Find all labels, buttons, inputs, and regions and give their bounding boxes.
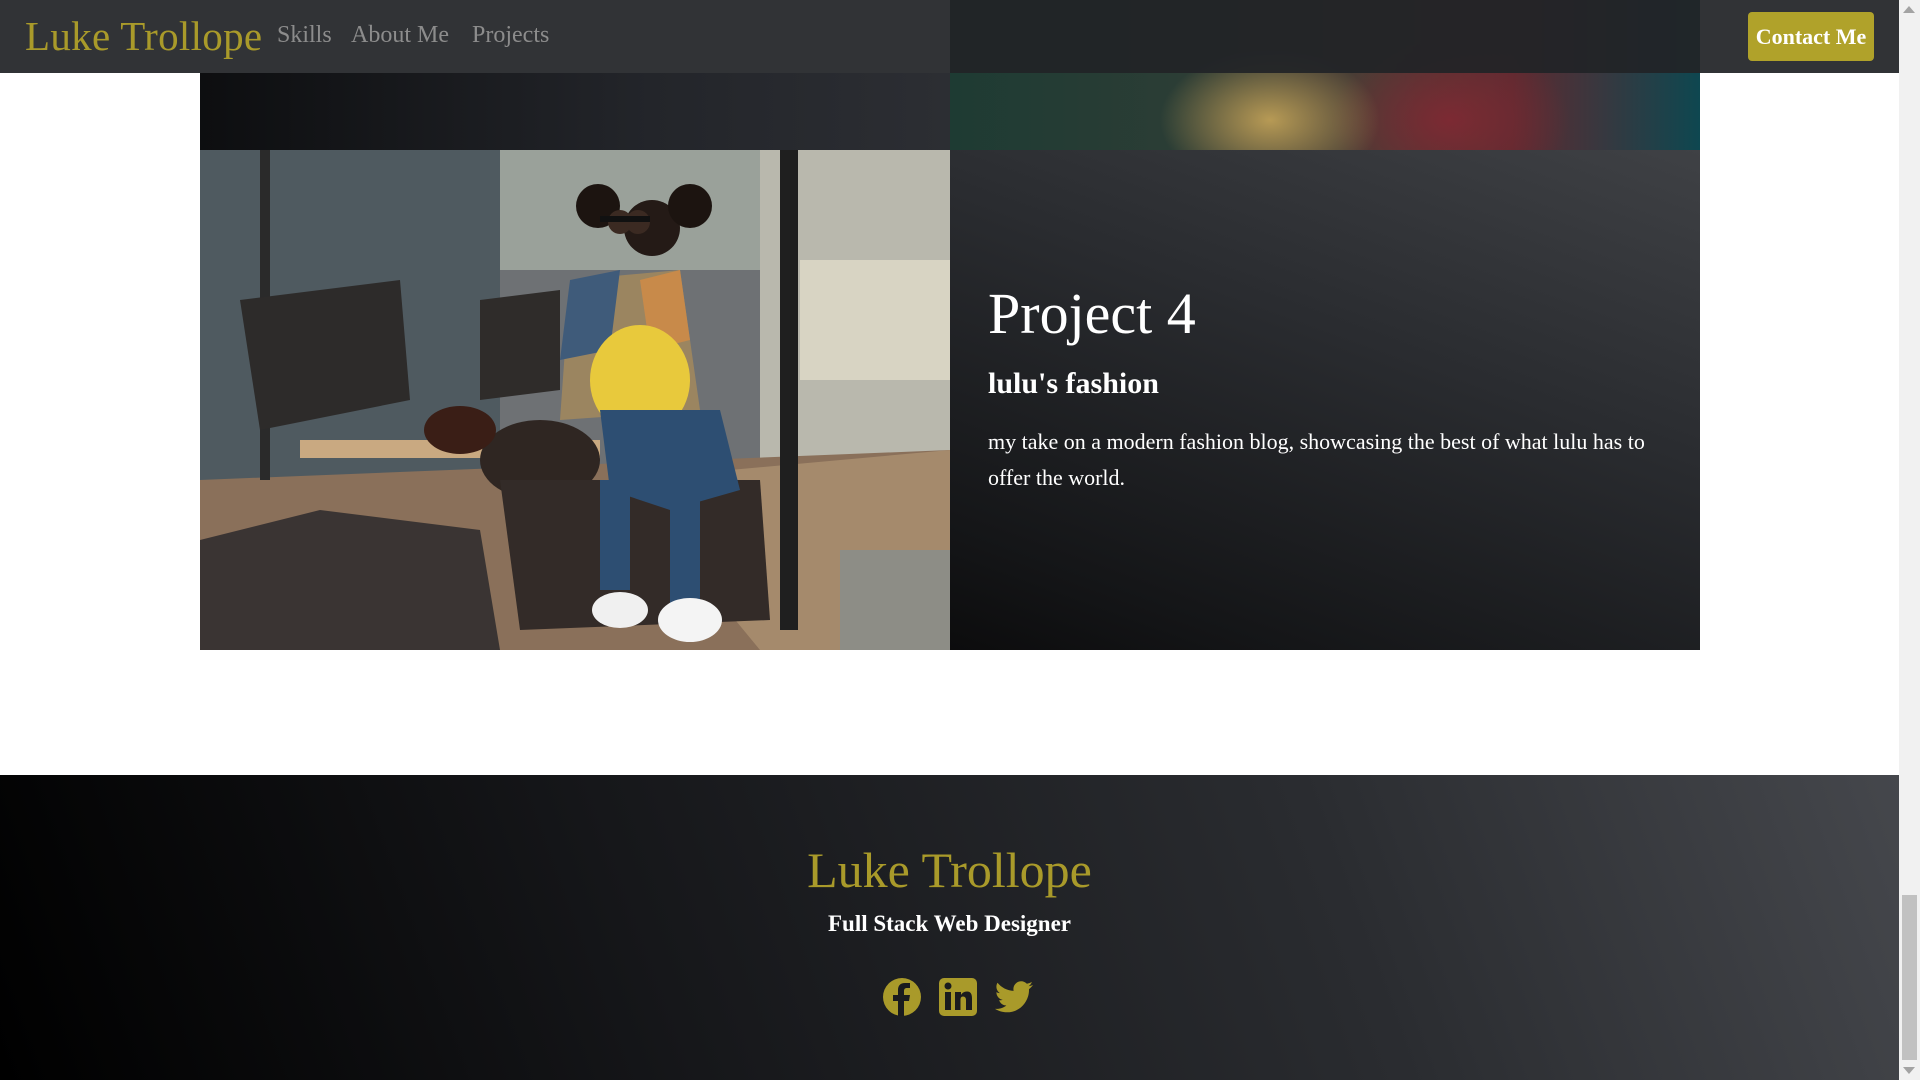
twitter-icon[interactable]: [994, 978, 1033, 1016]
navbar-brand[interactable]: Luke Trollope: [25, 12, 262, 60]
page-scrollbar[interactable]: [1899, 0, 1920, 1080]
project-info-panel: Project 4 lulu's fashion my take on a mo…: [950, 150, 1700, 650]
footer-tagline: Full Stack Web Designer: [827, 911, 1071, 936]
project-photo: [200, 150, 950, 650]
scrollbar-thumb[interactable]: [1902, 895, 1917, 1060]
linkedin-icon[interactable]: [939, 978, 977, 1016]
footer: Luke Trollope Full Stack Web Designer: [0, 775, 1899, 1080]
nav-link-skills[interactable]: Skills: [277, 22, 332, 49]
project-image: [200, 150, 950, 650]
contact-me-button[interactable]: Contact Me: [1748, 12, 1874, 61]
social-links: [883, 978, 1033, 1016]
facebook-icon[interactable]: [883, 978, 921, 1016]
nav-link-projects[interactable]: Projects: [472, 22, 549, 49]
scroll-down-icon[interactable]: [1903, 1067, 1915, 1074]
previous-project-panel: [200, 73, 950, 150]
nav-link-about-me[interactable]: About Me: [351, 22, 449, 49]
project-description: my take on a modern fashion blog, showca…: [988, 429, 1645, 490]
scroll-up-icon[interactable]: [1903, 6, 1915, 13]
navbar: Luke Trollope Skills About Me Projects C…: [0, 0, 1899, 73]
project-title: Project 4: [988, 281, 1196, 346]
project-subtitle: lulu's fashion: [988, 367, 1159, 400]
footer-brand: Luke Trollope: [807, 842, 1092, 898]
